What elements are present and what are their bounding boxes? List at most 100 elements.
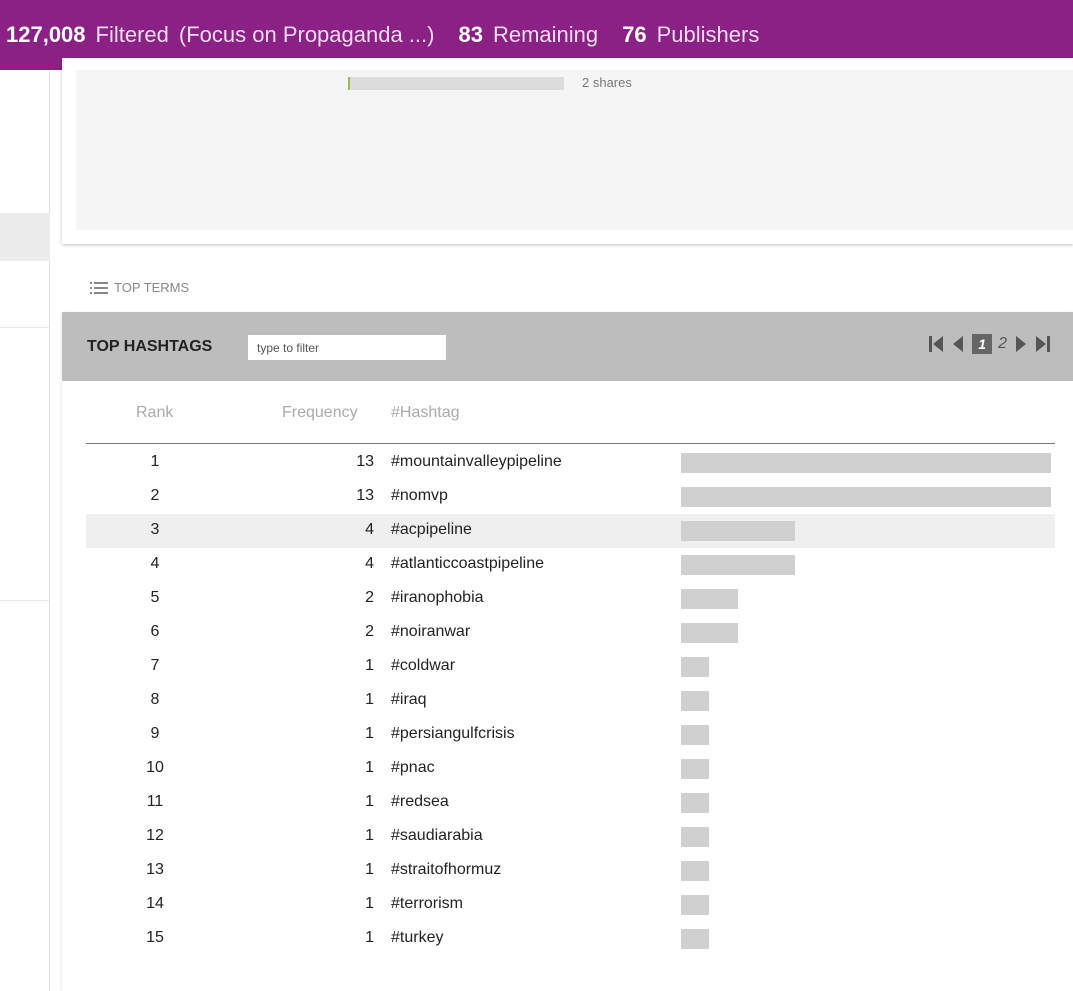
column-header-frequency[interactable]: Frequency <box>282 404 358 422</box>
frequency-bar <box>681 827 709 847</box>
sidebar-item-selected[interactable] <box>0 213 50 261</box>
row-frequency: 13 <box>356 453 374 470</box>
frequency-bar <box>681 487 1051 507</box>
table-row[interactable]: 13 1 #straitofhormuz <box>86 854 1055 888</box>
row-rank: 7 <box>150 657 160 674</box>
row-hashtag[interactable]: #noiranwar <box>391 623 470 641</box>
row-hashtag[interactable]: #pnac <box>391 759 435 777</box>
shares-label: 2 shares <box>582 75 632 90</box>
row-frequency: 4 <box>365 521 374 538</box>
table-row[interactable]: 7 1 #coldwar <box>86 650 1055 684</box>
pagination: 1 2 <box>928 334 1051 354</box>
table-row[interactable]: 12 1 #saudiarabia <box>86 820 1055 854</box>
row-hashtag[interactable]: #atlanticcoastpipeline <box>391 555 544 573</box>
row-rank: 8 <box>150 691 160 708</box>
table-row[interactable]: 11 1 #redsea <box>86 786 1055 820</box>
frequency-bar <box>681 453 1051 473</box>
frequency-bar <box>681 521 795 541</box>
hashtag-filter-input[interactable] <box>248 335 446 360</box>
shares-bar <box>348 77 564 90</box>
table-row[interactable]: 10 1 #pnac <box>86 752 1055 786</box>
table-header: Rank Frequency #Hashtag <box>86 400 1055 444</box>
sidebar-divider <box>0 600 50 601</box>
frequency-bar <box>681 895 709 915</box>
sidebar <box>0 70 50 991</box>
panel-header: TOP HASHTAGS 1 2 <box>62 312 1073 381</box>
top-hashtags-panel: TOP HASHTAGS 1 2 Rank Frequency #Hashtag… <box>62 312 1073 991</box>
row-frequency: 1 <box>365 657 374 674</box>
row-rank: 4 <box>150 555 160 572</box>
table-row[interactable]: 15 1 #turkey <box>86 922 1055 956</box>
filtered-count: 127,008 <box>6 22 86 47</box>
row-hashtag[interactable]: #mountainvalleypipeline <box>391 453 562 471</box>
row-frequency: 13 <box>356 487 374 504</box>
row-hashtag[interactable]: #iranophobia <box>391 589 484 607</box>
panel-title: TOP HASHTAGS <box>87 338 213 355</box>
table-row[interactable]: 6 2 #noiranwar <box>86 616 1055 650</box>
last-page-icon[interactable] <box>1035 334 1051 354</box>
row-frequency: 1 <box>365 725 374 742</box>
row-rank: 15 <box>146 929 164 946</box>
shares-card-body <box>76 70 1073 230</box>
row-hashtag[interactable]: #saudiarabia <box>391 827 483 845</box>
frequency-bar <box>681 929 709 949</box>
table-row[interactable]: 9 1 #persiangulfcrisis <box>86 718 1055 752</box>
table-row[interactable]: 4 4 #atlanticcoastpipeline <box>86 548 1055 582</box>
next-page-icon[interactable] <box>1013 334 1029 354</box>
row-rank: 6 <box>150 623 160 640</box>
row-frequency: 1 <box>365 895 374 912</box>
row-rank: 3 <box>150 521 160 538</box>
frequency-bar <box>681 759 709 779</box>
row-hashtag[interactable]: #iraq <box>391 691 427 709</box>
column-header-hashtag[interactable]: #Hashtag <box>391 404 460 422</box>
table-row[interactable]: 3 4 #acpipeline <box>86 514 1055 548</box>
first-page-icon[interactable] <box>928 334 944 354</box>
row-hashtag[interactable]: #redsea <box>391 793 449 811</box>
shares-card <box>62 58 1073 244</box>
remaining-label: Remaining <box>492 22 599 47</box>
current-page[interactable]: 1 <box>972 334 993 354</box>
prev-page-icon[interactable] <box>950 334 966 354</box>
frequency-bar <box>681 725 709 745</box>
table-row[interactable]: 1 13 #mountainvalleypipeline <box>86 446 1055 480</box>
sidebar-divider <box>0 327 50 328</box>
row-hashtag[interactable]: #persiangulfcrisis <box>391 725 515 743</box>
column-header-rank[interactable]: Rank <box>136 404 173 422</box>
filter-name[interactable]: (Focus on Propaganda ...) <box>179 22 435 48</box>
row-frequency: 1 <box>365 691 374 708</box>
shares-bar-fill <box>348 77 350 90</box>
publishers-label: Publishers <box>656 22 760 47</box>
frequency-bar <box>681 657 709 677</box>
row-frequency: 1 <box>365 827 374 844</box>
row-rank: 5 <box>150 589 160 606</box>
frequency-bar <box>681 793 709 813</box>
row-hashtag[interactable]: #coldwar <box>391 657 455 675</box>
row-rank: 13 <box>146 861 164 878</box>
frequency-bar <box>681 589 738 609</box>
row-hashtag[interactable]: #straitofhormuz <box>391 861 501 879</box>
top-terms-label: TOP TERMS <box>114 280 190 295</box>
row-frequency: 1 <box>365 861 374 878</box>
row-rank: 10 <box>146 759 164 776</box>
row-rank: 1 <box>150 453 160 470</box>
frequency-bar <box>681 861 709 881</box>
frequency-bar <box>681 555 795 575</box>
publishers-count: 76 <box>622 22 647 47</box>
table-row[interactable]: 5 2 #iranophobia <box>86 582 1055 616</box>
row-rank: 2 <box>150 487 160 504</box>
top-terms-heading: TOP TERMS <box>90 280 189 295</box>
row-hashtag[interactable]: #nomvp <box>391 487 448 505</box>
page-link[interactable]: 2 <box>998 335 1007 353</box>
row-hashtag[interactable]: #terrorism <box>391 895 463 913</box>
row-frequency: 4 <box>365 555 374 572</box>
list-icon <box>90 281 108 294</box>
table-row[interactable]: 8 1 #iraq <box>86 684 1055 718</box>
table-row[interactable]: 2 13 #nomvp <box>86 480 1055 514</box>
row-hashtag[interactable]: #acpipeline <box>391 521 472 539</box>
table-row[interactable]: 14 1 #terrorism <box>86 888 1055 922</box>
row-rank: 12 <box>146 827 164 844</box>
frequency-bar <box>681 691 709 711</box>
frequency-bar <box>681 623 738 643</box>
row-hashtag[interactable]: #turkey <box>391 929 443 947</box>
row-frequency: 2 <box>365 589 374 606</box>
